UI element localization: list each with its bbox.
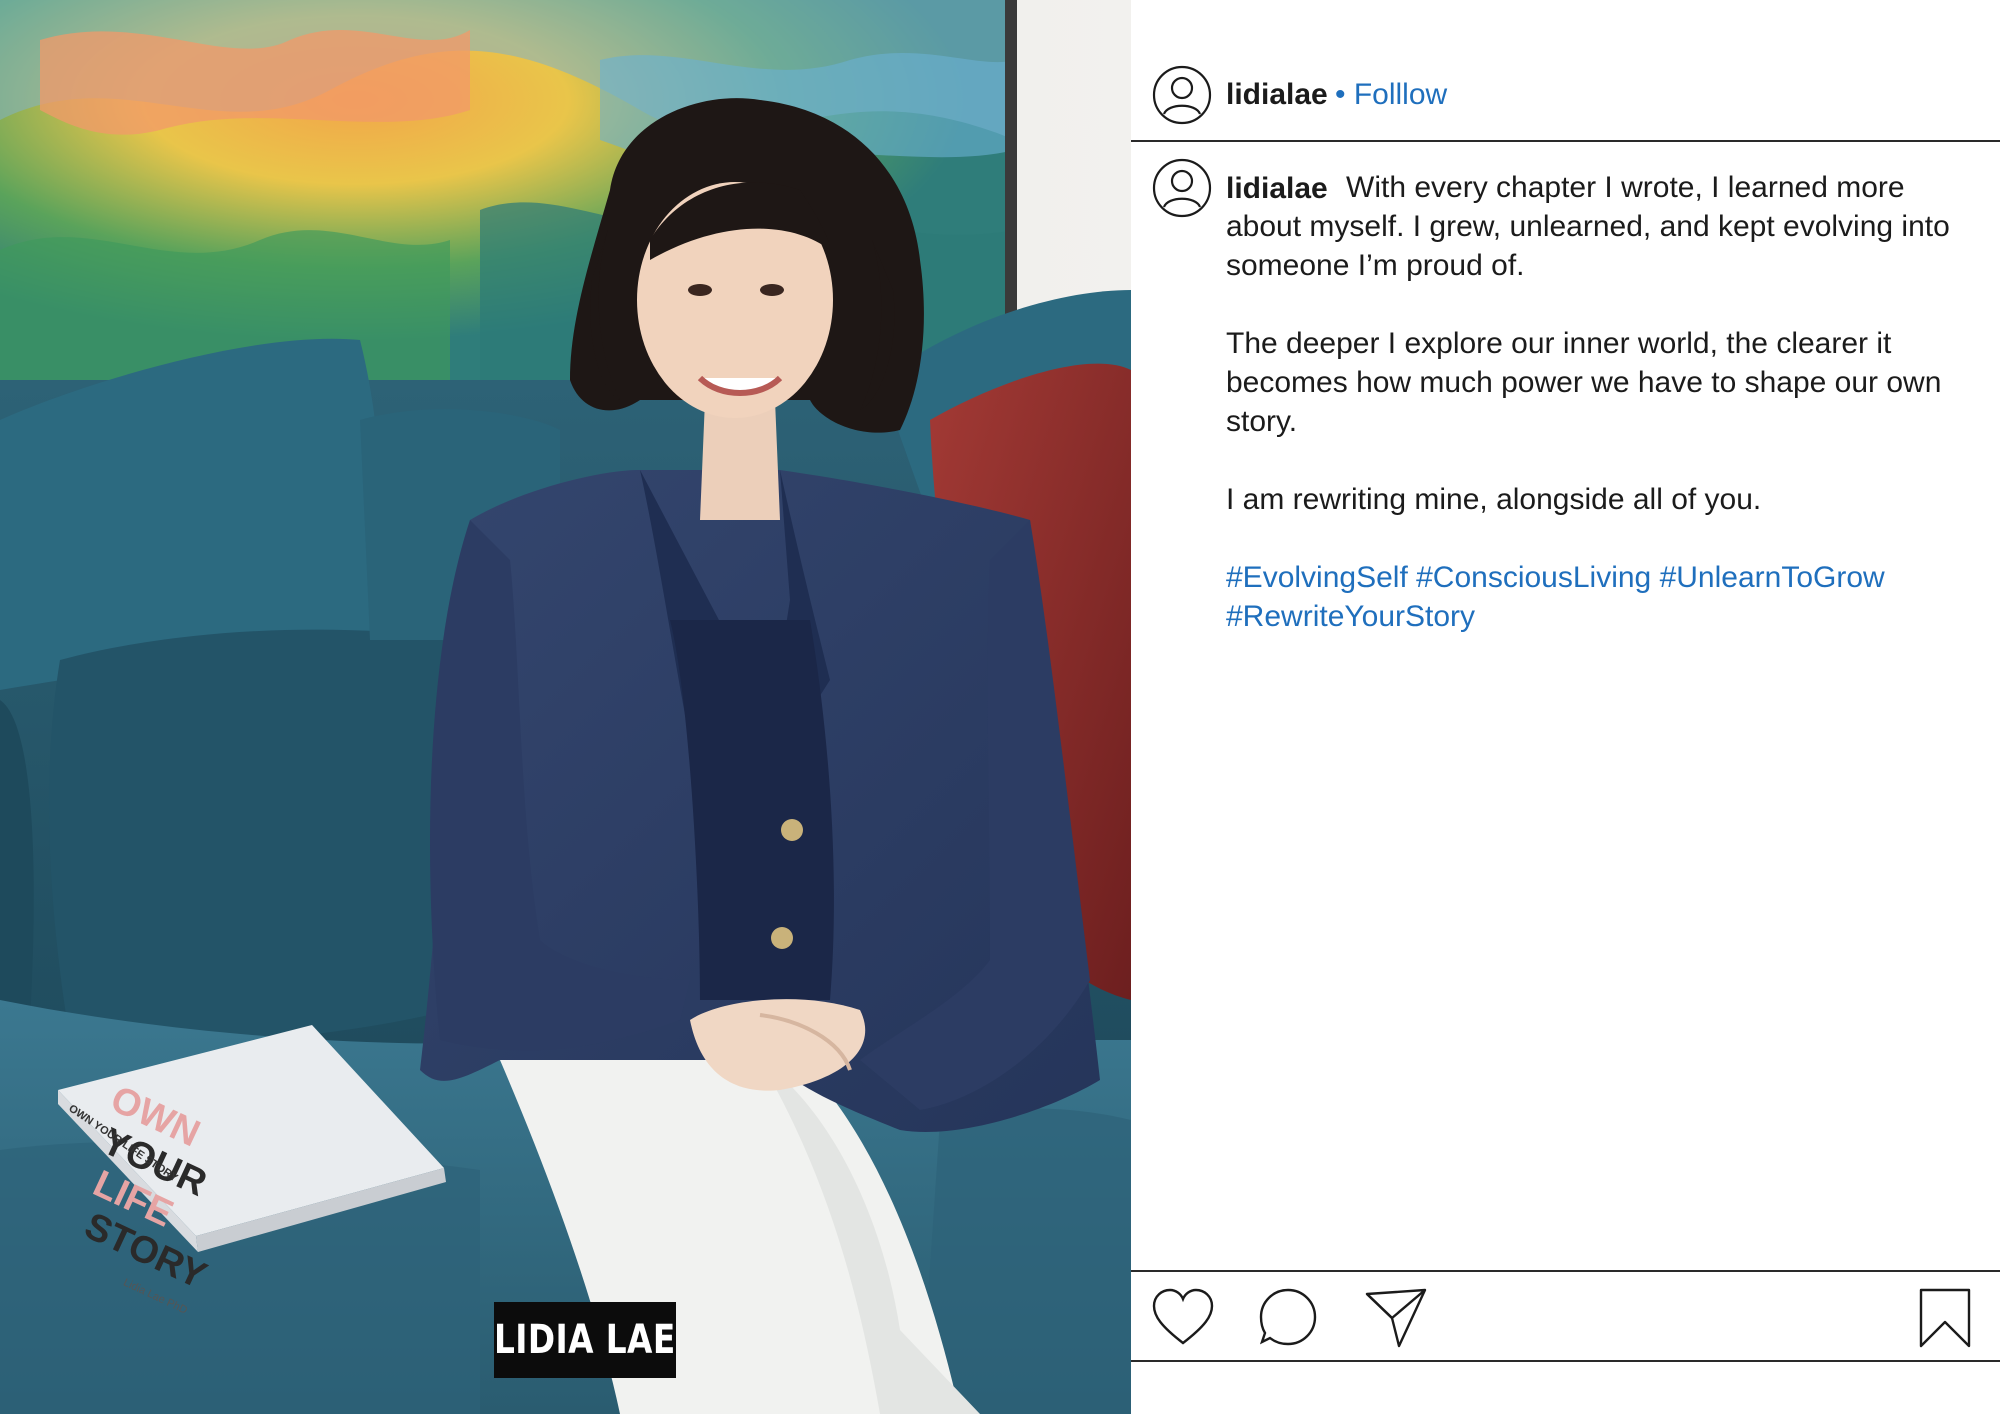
- post-panel: lidialae • Folllow lidialae With every c…: [1131, 0, 2000, 1414]
- action-bar: [1131, 1270, 2000, 1362]
- paper-plane-icon[interactable]: [1363, 1286, 1427, 1350]
- bookmark-icon[interactable]: [1917, 1286, 1973, 1350]
- caption-paragraph-1: With every chapter I wrote, I learned mo…: [1226, 171, 1950, 282]
- watermark-logo: LIDIA LAE: [494, 1302, 676, 1378]
- user-circle-icon[interactable]: [1152, 158, 1212, 218]
- user-circle-icon[interactable]: [1152, 65, 1212, 125]
- caption-hashtags[interactable]: #EvolvingSelf #ConsciousLiving #UnlearnT…: [1226, 558, 1966, 636]
- post-header: lidialae • Folllow: [1131, 0, 2000, 142]
- caption-paragraph-3: I am rewriting mine, alongside all of yo…: [1226, 483, 1762, 516]
- username-link[interactable]: lidialae: [1226, 78, 1328, 112]
- watermark-text: LIDIA LAE: [494, 1317, 676, 1363]
- photo-illustration: OWN YOUR LIFE STORY Lidia Lae PhD OWN YO…: [0, 0, 1131, 1414]
- caption-paragraph-2: The deeper I explore our inner world, th…: [1226, 327, 1942, 438]
- follow-button[interactable]: • Folllow: [1335, 78, 1447, 112]
- speech-bubble-icon[interactable]: [1257, 1286, 1321, 1350]
- post-photo[interactable]: OWN YOUR LIFE STORY Lidia Lae PhD OWN YO…: [0, 0, 1131, 1414]
- post-caption: With every chapter I wrote, I learned mo…: [1226, 168, 1966, 636]
- heart-icon[interactable]: [1151, 1286, 1215, 1350]
